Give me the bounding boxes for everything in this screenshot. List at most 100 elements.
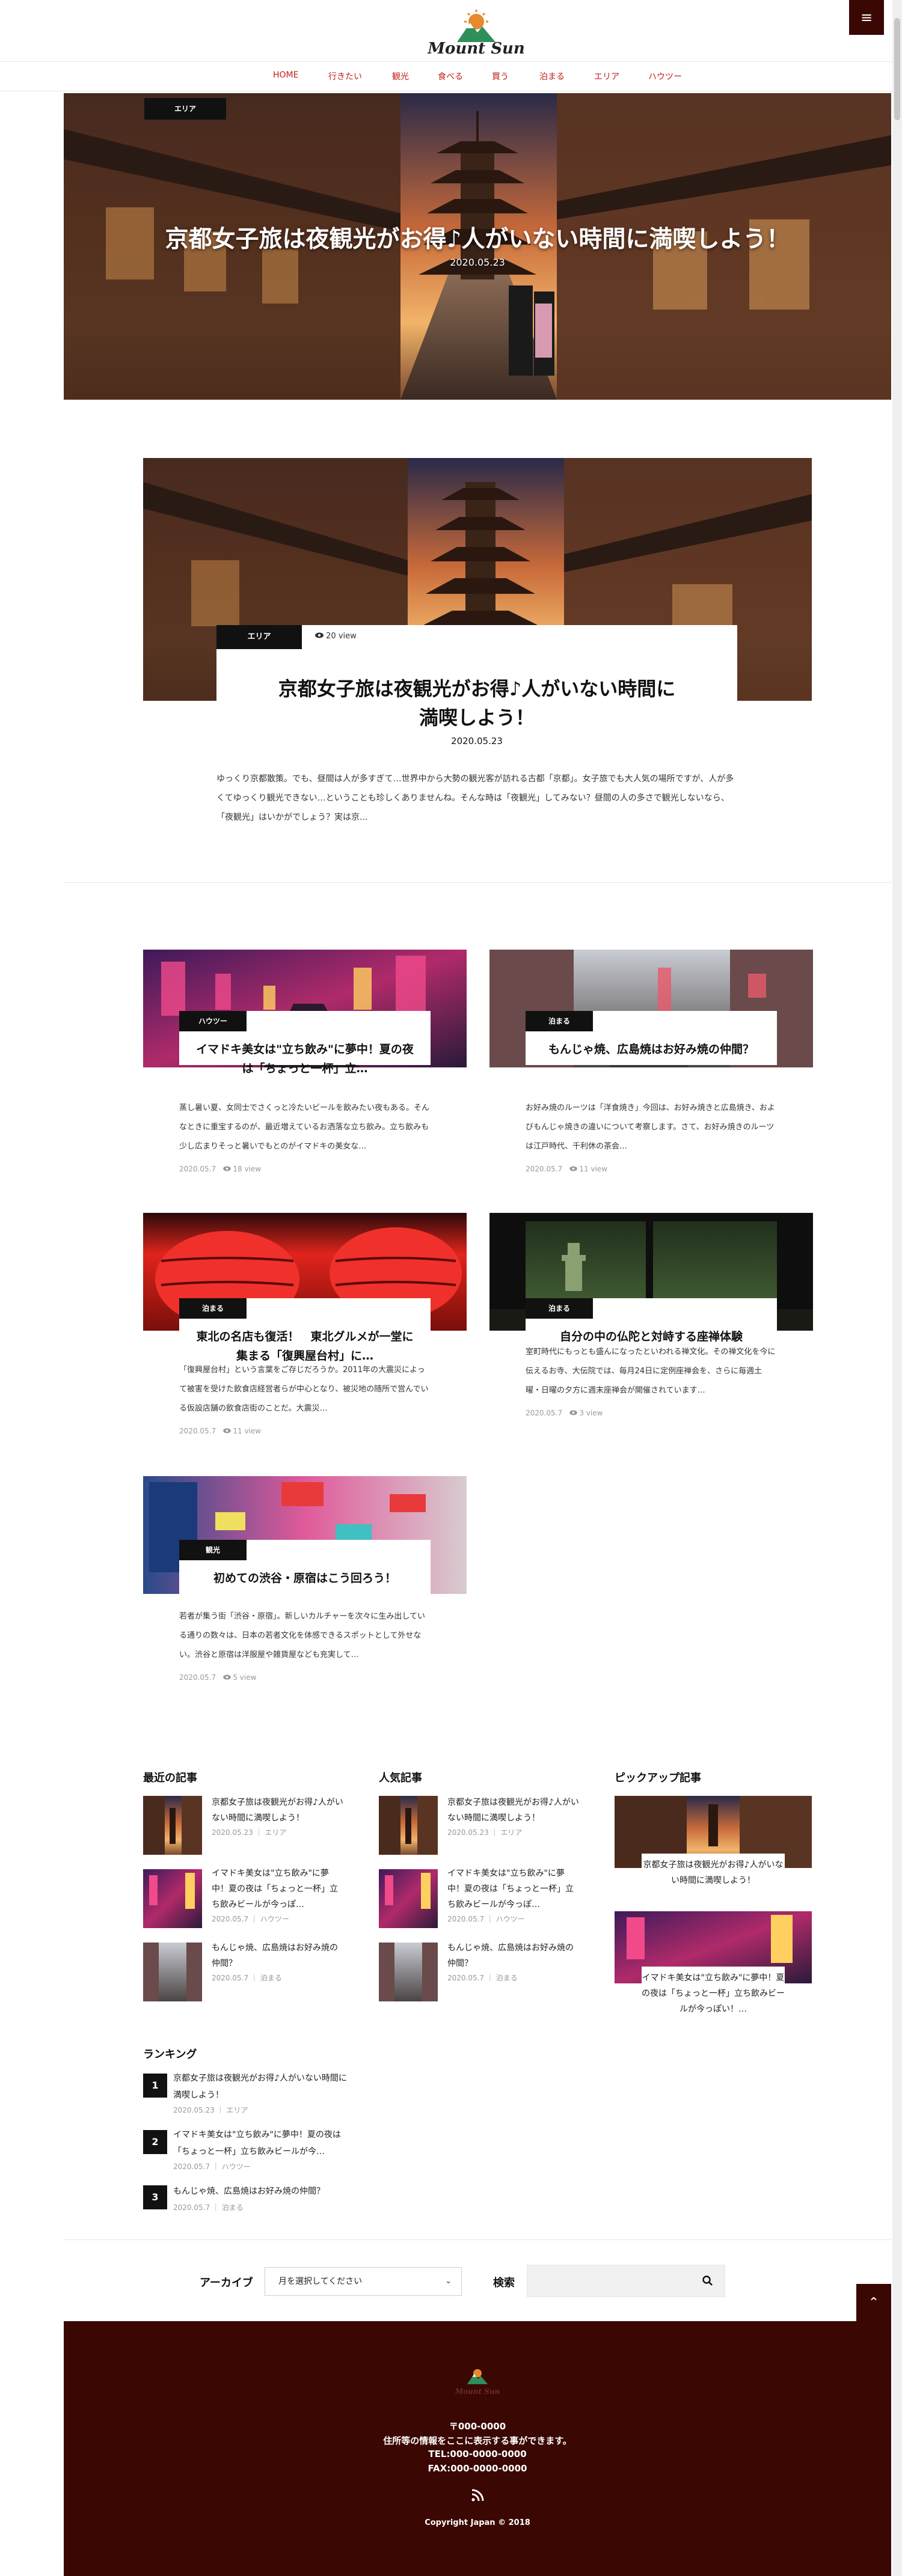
post-category[interactable]: エリア: [500, 1828, 522, 1837]
eye-icon: [222, 1428, 231, 1433]
search-icon[interactable]: [702, 2275, 714, 2287]
post-category-badge[interactable]: 泊まる: [179, 1298, 247, 1319]
feature-category-badge[interactable]: エリア: [216, 625, 302, 649]
popular-post-title[interactable]: イマドキ美女は"立ち飲み"に夢中！夏の夜は「ちょっと一杯」立ち飲みビールが今っぽ…: [447, 1866, 581, 1912]
post-date: 2020.05.7: [179, 1427, 216, 1435]
post-meta: 2020.05.7 3 view: [526, 1409, 603, 1417]
recent-post-title[interactable]: イマドキ美女は"立ち飲み"に夢中！夏の夜は「ちょっと一杯」立ち飲みビールが今っぽ…: [212, 1866, 345, 1912]
eye-icon: [569, 1410, 577, 1415]
post-views: 5 view: [233, 1673, 257, 1682]
archive-label: アーカイブ: [200, 2277, 253, 2289]
city-street-image: [143, 1943, 202, 2001]
archive-select[interactable]: 月を選択してください ⌄: [265, 2267, 462, 2296]
page: { "header": { "logo_text": "Mount Sun", …: [0, 0, 902, 2576]
kyoto-street-image: [143, 1796, 202, 1855]
nav-item-area[interactable]: エリア: [594, 70, 619, 82]
back-to-top-button[interactable]: ⌃: [856, 2284, 891, 2322]
feature-card: エリア 20 view 京都女子旅は夜観光がお得♪人がいない時間に満喫しよう！ …: [216, 625, 737, 751]
mountain-sun-logo-icon: [457, 10, 495, 42]
eye-icon: [222, 1674, 231, 1680]
post-date: 2020.05.7: [173, 2203, 210, 2212]
recent-post-meta: 2020.05.7 ｜ 泊まる: [212, 1974, 282, 1982]
post-meta: 2020.05.7 11 view: [179, 1427, 261, 1435]
divider: [64, 882, 891, 883]
night-alley-image: [379, 1869, 438, 1928]
hamburger-menu-icon: ≡: [860, 9, 873, 26]
ranking-heading: ランキング: [143, 2048, 197, 2061]
post-excerpt: 「復興屋台村」という言葉をご存じだろうか。2011年の大震災によって被害を受けた…: [179, 1366, 429, 1413]
post-title[interactable]: 東北の名店も復活！ 東北グルメが一堂に集まる「復興屋台村」に…: [179, 1327, 431, 1366]
post-category[interactable]: エリア: [265, 1828, 286, 1837]
eye-icon: [315, 632, 324, 638]
post-meta: 2020.05.7 18 view: [179, 1165, 261, 1173]
post-card: ハウツー イマドキ美女は"立ち飲み"に夢中！夏の夜は「ちょっと一杯」立…: [179, 1011, 431, 1075]
night-alley-image: [143, 1869, 202, 1928]
nav-item-howto[interactable]: ハウツー: [648, 70, 682, 82]
recent-post-thumbnail[interactable]: [143, 1869, 202, 1928]
site-footer: Mount Sun 〒000-0000 住所等の情報をここに表示する事ができます…: [64, 2321, 891, 2576]
post-category-badge[interactable]: ハウツー: [179, 1011, 247, 1031]
footer-logo[interactable]: Mount Sun: [64, 2367, 891, 2396]
post-category[interactable]: ハウツー: [222, 2162, 251, 2171]
post-date: 2020.05.7: [173, 2162, 210, 2171]
post-views: 11 view: [579, 1165, 608, 1173]
nav-item-home[interactable]: HOME: [273, 70, 298, 80]
post-category[interactable]: 泊まる: [496, 1974, 518, 1982]
post-category-badge[interactable]: 泊まる: [526, 1011, 593, 1031]
chevron-down-icon: ⌄: [445, 2277, 452, 2286]
footer-tel: TEL:000-0000-0000: [428, 2449, 527, 2459]
nav-item-kanko[interactable]: 観光: [392, 70, 409, 82]
recent-post-thumbnail[interactable]: [143, 1943, 202, 2001]
search-label: 検索: [493, 2277, 515, 2289]
recent-posts-heading: 最近の記事: [143, 1772, 197, 1784]
recent-post-title[interactable]: 京都女子旅は夜観光がお得♪人がいない時間に満喫しよう！: [212, 1795, 345, 1826]
site-logo[interactable]: Mount Sun: [421, 10, 532, 63]
post-category[interactable]: ハウツー: [260, 1915, 289, 1923]
hero-category-badge[interactable]: エリア: [144, 98, 226, 120]
feature-view-count: 20 view: [315, 632, 357, 641]
hero-slider[interactable]: エリア 京都女子旅は夜観光がお得♪人がいない時間に満喫しよう！ 2020.05.…: [64, 93, 891, 400]
rank-number: 3: [143, 2185, 167, 2209]
rss-icon[interactable]: [470, 2488, 485, 2503]
nav-item-taberu[interactable]: 食べる: [438, 70, 463, 82]
popular-posts-heading: 人気記事: [379, 1772, 422, 1784]
ranking-post-title[interactable]: イマドキ美女は"立ち飲み"に夢中！夏の夜は「ちょっと一杯」立ち飲みビールが今…: [173, 2126, 354, 2160]
feature-title[interactable]: 京都女子旅は夜観光がお得♪人がいない時間に満喫しよう！: [216, 674, 737, 732]
post-date: 2020.05.23: [212, 1828, 253, 1837]
popular-post-thumbnail[interactable]: [379, 1869, 438, 1928]
post-category-badge[interactable]: 観光: [179, 1540, 247, 1560]
page-scrollbar[interactable]: [892, 0, 902, 2576]
recent-post-title[interactable]: もんじゃ焼、広島焼はお好み焼の仲間？: [212, 1940, 345, 1971]
post-category[interactable]: 泊まる: [260, 1974, 282, 1982]
nav-item-ikitai[interactable]: 行きたい: [328, 70, 362, 82]
popular-post-title[interactable]: 京都女子旅は夜観光がお得♪人がいない時間に満喫しよう！: [447, 1795, 581, 1826]
nav-item-tomaru[interactable]: 泊まる: [539, 70, 565, 82]
search-input[interactable]: [527, 2265, 725, 2297]
footer-copyright: Copyright Japan © 2018: [425, 2518, 530, 2527]
feature-date: 2020.05.23: [451, 736, 503, 746]
hero-title[interactable]: 京都女子旅は夜観光がお得♪人がいない時間に満喫しよう！: [64, 221, 891, 254]
post-title[interactable]: 初めての渋谷・原宿はこう回ろう！: [179, 1569, 431, 1588]
post-category-badge[interactable]: 泊まる: [526, 1298, 593, 1319]
popular-post-thumbnail[interactable]: [379, 1796, 438, 1855]
recent-post-meta: 2020.05.7 ｜ ハウツー: [212, 1915, 289, 1923]
popular-post-thumbnail[interactable]: [379, 1943, 438, 2001]
post-category[interactable]: エリア: [226, 2106, 248, 2114]
ranking-post-title[interactable]: 京都女子旅は夜観光がお得♪人がいない時間に満喫しよう！: [173, 2070, 354, 2104]
popular-post-title[interactable]: もんじゃ焼、広島焼はお好み焼の仲間？: [447, 1940, 581, 1971]
post-title[interactable]: もんじゃ焼、広島焼はお好み焼の仲間？: [526, 1040, 777, 1059]
ranking-post-title[interactable]: もんじゃ焼、広島焼はお好み焼の仲間？: [173, 2183, 354, 2200]
post-date: 2020.05.7: [212, 1974, 249, 1982]
mountain-sun-logo-icon: [467, 2369, 488, 2384]
hamburger-menu-button[interactable]: ≡: [849, 0, 884, 35]
scrollbar-thumb[interactable]: [894, 18, 900, 120]
nav-item-kau[interactable]: 買う: [492, 70, 509, 82]
pickup-post-title[interactable]: イマドキ美女は"立ち飲み"に夢中！夏の夜は「ちょっと一杯」立ち飲みビールが今っぽ…: [642, 1967, 785, 2018]
post-category[interactable]: ハウツー: [496, 1915, 525, 1923]
recent-post-thumbnail[interactable]: [143, 1796, 202, 1855]
post-category[interactable]: 泊まる: [222, 2203, 244, 2212]
post-title[interactable]: イマドキ美女は"立ち飲み"に夢中！夏の夜は「ちょっと一杯」立…: [179, 1040, 431, 1078]
pickup-post-title[interactable]: 京都女子旅は夜観光がお得♪人がいない時間に満喫しよう！: [642, 1854, 785, 1892]
post-excerpt: 若者が集う街「渋谷・原宿」。新しいカルチャーを次々に生み出している通りの数々は、…: [179, 1612, 425, 1659]
site-logo-text: Mount Sun: [428, 40, 525, 58]
